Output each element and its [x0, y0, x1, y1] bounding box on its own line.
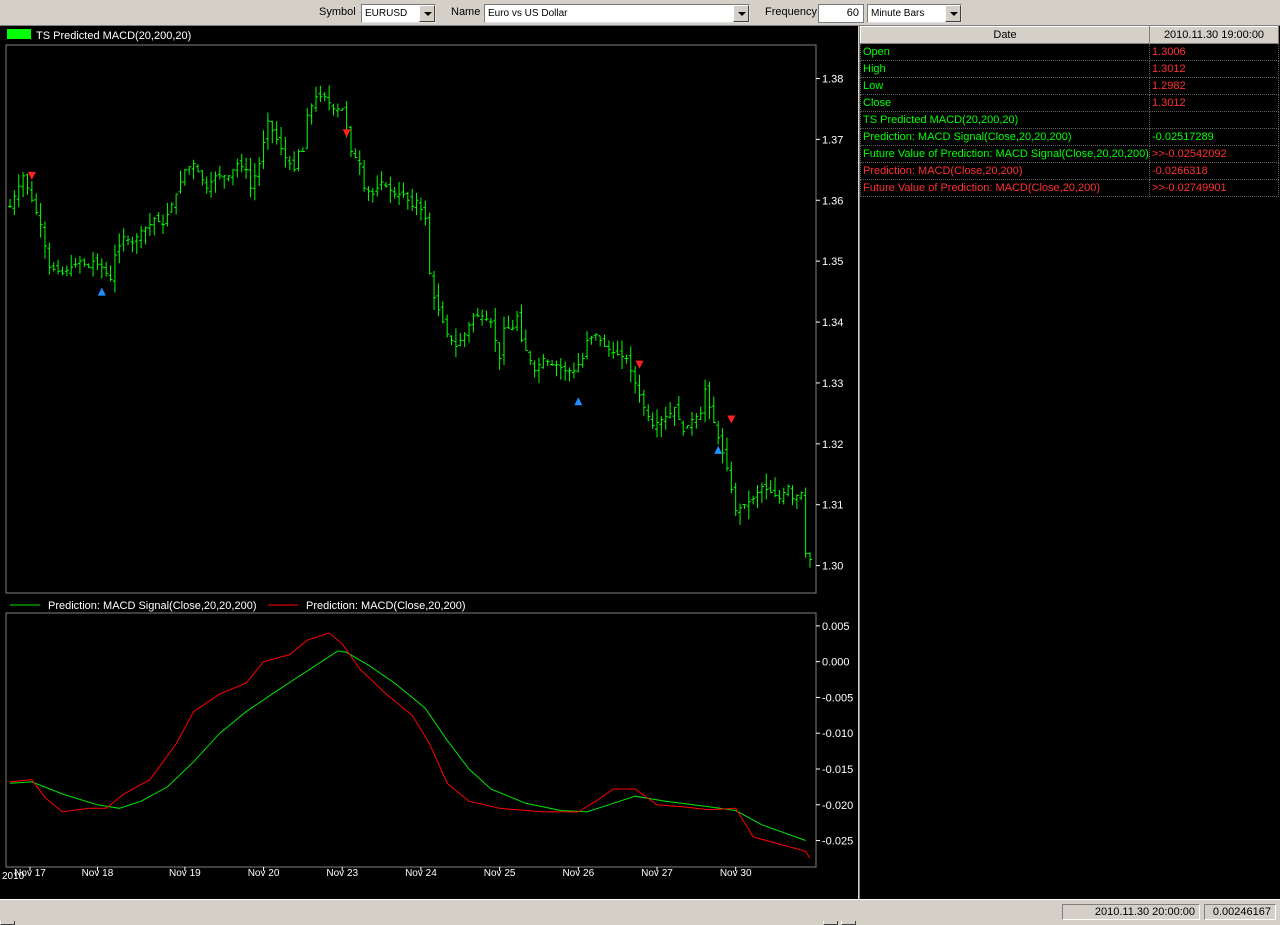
x-tick-label: Nov 30: [720, 868, 752, 879]
sell-signal-icon: [27, 171, 36, 180]
row-value: -0.0266318: [1149, 162, 1279, 180]
data-table: Date 2010.11.30 19:00:00 Open 1.3006 High 1…: [860, 26, 1279, 197]
buy-signal-icon: [574, 397, 583, 406]
row-value: -0.02517289: [1149, 128, 1279, 146]
chart-canvas[interactable]: TS Predicted MACD(20,200,20) 1.38 1.37 1.3…: [0, 26, 858, 882]
x-tick-label: Nov 20: [248, 868, 280, 879]
macd-panel-frame: [5, 612, 817, 868]
table-row: Open 1.3006: [860, 43, 1279, 61]
interval-value: Minute Bars: [871, 8, 925, 19]
sell-signal-icon: [727, 415, 736, 424]
price-panel-frame: [5, 44, 817, 594]
macd-legend: Prediction: MACD(Close,20,200): [306, 600, 466, 612]
chart-area[interactable]: TS Predicted MACD(20,200,20) 1.38 1.37 1.3…: [0, 26, 858, 925]
data-window: Date 2010.11.30 19:00:00 Open 1.3006 High 1…: [859, 26, 1280, 899]
symbol-label: Symbol: [319, 6, 356, 18]
sell-signal-icon: [635, 360, 644, 369]
y-tick-label: -0.020: [822, 800, 853, 812]
table-row: Future Value of Prediction: MACD(Close,2…: [860, 179, 1279, 197]
y-tick-label: 1.35: [822, 256, 843, 268]
y-tick-label: 1.31: [822, 500, 843, 512]
row-value: 1.2982: [1149, 77, 1279, 95]
sell-signal-icon: [342, 129, 351, 138]
header-date-label: Date: [860, 26, 1150, 44]
y-tick-label: -0.005: [822, 692, 853, 704]
year-label: 2010: [2, 871, 25, 882]
chevron-down-icon[interactable]: [945, 5, 961, 22]
table-header: Date 2010.11.30 19:00:00: [860, 26, 1279, 44]
legend-swatch: [7, 29, 31, 39]
y-tick-label: 1.33: [822, 378, 843, 390]
chevron-down-icon[interactable]: [419, 5, 435, 22]
row-value: 1.3012: [1149, 94, 1279, 112]
chevron-down-icon[interactable]: [733, 5, 749, 22]
row-value: 1.3006: [1149, 43, 1279, 61]
row-value: [1149, 111, 1279, 129]
table-row: Future Value of Prediction: MACD Signal(…: [860, 145, 1279, 163]
row-label: Prediction: MACD Signal(Close,20,20,200): [860, 128, 1150, 146]
macd-line: [9, 632, 811, 859]
x-tick-label: Nov 26: [562, 868, 594, 879]
table-row: Close 1.3012: [860, 94, 1279, 112]
row-label: Open: [860, 43, 1150, 61]
status-value: 0.00246167: [1204, 904, 1276, 920]
name-label: Name: [451, 6, 481, 18]
row-label: Low: [860, 77, 1150, 95]
y-tick-label: 1.32: [822, 439, 843, 451]
symbol-combo[interactable]: EURUSD: [361, 4, 436, 23]
symbol-value: EURUSD: [365, 8, 408, 19]
table-row: Low 1.2982: [860, 77, 1279, 95]
frequency-input[interactable]: 60: [818, 4, 864, 23]
x-tick-label: Nov 19: [169, 868, 201, 879]
table-row: High 1.3012: [860, 60, 1279, 78]
x-tick-label: Nov 18: [82, 868, 114, 879]
y-tick-label: 1.38: [822, 73, 843, 85]
row-value: >>-0.02749901: [1149, 179, 1279, 197]
row-label: High: [860, 60, 1150, 78]
y-tick-label: 0.005: [822, 621, 850, 633]
row-label: TS Predicted MACD(20,200,20): [860, 111, 1150, 129]
x-tick-label: Nov 23: [326, 868, 358, 879]
row-label: Future Value of Prediction: MACD Signal(…: [860, 145, 1150, 163]
name-combo[interactable]: Euro vs US Dollar: [484, 4, 750, 23]
header-date-value: 2010.11.30 19:00:00: [1149, 26, 1279, 44]
table-row: TS Predicted MACD(20,200,20): [860, 111, 1279, 129]
x-tick-label: Nov 24: [405, 868, 437, 879]
y-tick-label: -0.015: [822, 764, 853, 776]
status-bar: 2010.11.30 20:00:00 0.00246167: [0, 899, 1280, 921]
status-datetime: 2010.11.30 20:00:00: [1062, 904, 1200, 920]
row-label: Prediction: MACD(Close,20,200): [860, 162, 1150, 180]
y-tick-label: -0.025: [822, 836, 853, 848]
y-tick-label: 1.37: [822, 134, 843, 146]
row-label: Close: [860, 94, 1150, 112]
y-tick-label: 1.36: [822, 195, 843, 207]
buy-signal-icon: [714, 445, 723, 454]
row-value: 1.3012: [1149, 60, 1279, 78]
row-label: Future Value of Prediction: MACD(Close,2…: [860, 179, 1150, 197]
table-row: Prediction: MACD(Close,20,200) -0.0266318: [860, 162, 1279, 180]
y-tick-label: 1.30: [822, 561, 843, 573]
y-tick-label: 1.34: [822, 317, 843, 329]
signal-line: [9, 650, 806, 841]
buy-signal-icon: [97, 287, 106, 296]
x-tick-label: Nov 25: [484, 868, 516, 879]
price-legend: TS Predicted MACD(20,200,20): [36, 30, 191, 42]
signal-legend: Prediction: MACD Signal(Close,20,20,200): [48, 600, 257, 612]
interval-combo[interactable]: Minute Bars: [867, 4, 962, 23]
table-row: Prediction: MACD Signal(Close,20,20,200)…: [860, 128, 1279, 146]
row-value: >>-0.02542092: [1149, 145, 1279, 163]
y-tick-label: 0.000: [822, 657, 850, 669]
frequency-label: Frequency: [765, 6, 817, 18]
y-tick-label: -0.010: [822, 728, 853, 740]
toolbar: Symbol EURUSD Name Euro vs US Dollar Fre…: [0, 0, 1280, 26]
name-value: Euro vs US Dollar: [488, 8, 568, 19]
x-tick-label: Nov 27: [641, 868, 673, 879]
